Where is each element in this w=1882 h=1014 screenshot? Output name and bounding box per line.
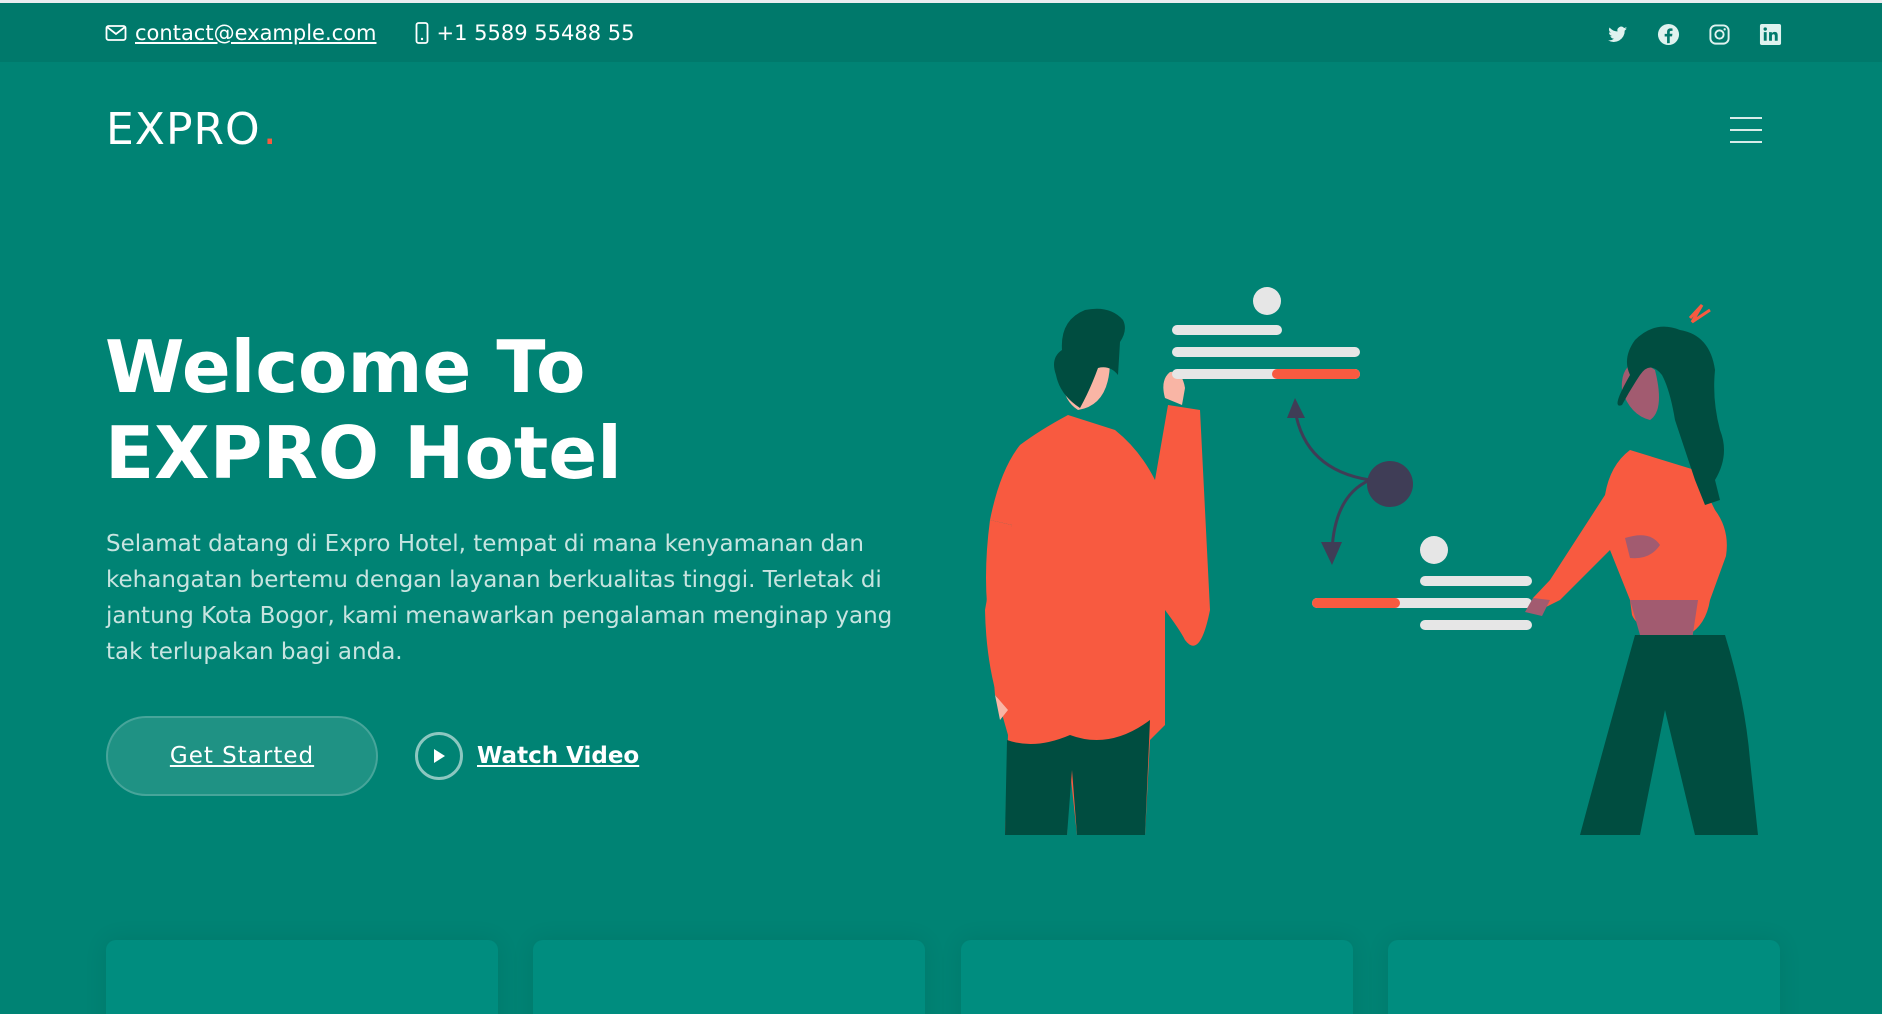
top-panel-graphic <box>1172 287 1360 379</box>
woman-figure <box>1525 303 1758 835</box>
twitter-icon[interactable] <box>1606 23 1629 46</box>
watch-video-label: Watch Video <box>477 743 640 769</box>
topbar: contact@example.com +1 5589 55488 55 <box>0 0 1882 62</box>
linkedin-icon[interactable] <box>1759 23 1782 46</box>
exchange-arrows <box>1287 398 1413 565</box>
watch-video-button[interactable]: Watch Video <box>415 731 639 781</box>
bottom-panel-graphic <box>1312 536 1532 630</box>
facebook-icon[interactable] <box>1657 23 1680 46</box>
feature-card-2[interactable] <box>533 940 925 1014</box>
logo-text: EXPRO <box>106 104 261 155</box>
feature-card-4[interactable] <box>1388 940 1780 1014</box>
phone-number: +1 5589 55488 55 <box>436 21 635 45</box>
get-started-button[interactable]: Get Started <box>106 716 378 796</box>
social-links <box>1606 23 1782 46</box>
page: contact@example.com +1 5589 55488 55 EXP… <box>0 0 1882 1014</box>
hamburger-menu-icon[interactable] <box>1730 117 1762 145</box>
header: EXPRO. <box>0 62 1882 202</box>
hero-description: Selamat datang di Expro Hotel, tempat di… <box>106 531 893 665</box>
phone-icon <box>415 22 429 44</box>
email-link[interactable]: contact@example.com <box>135 21 377 45</box>
email-item: contact@example.com <box>105 21 377 45</box>
hero-title-line1: Welcome To <box>105 325 586 409</box>
instagram-icon[interactable] <box>1708 23 1731 46</box>
envelope-icon <box>105 24 127 42</box>
hero-title: Welcome To EXPRO Hotel <box>105 324 805 496</box>
contact-info: contact@example.com +1 5589 55488 55 <box>105 21 672 45</box>
logo[interactable]: EXPRO. <box>106 104 278 155</box>
hero-title-line2: EXPRO Hotel <box>105 411 622 495</box>
phone-item: +1 5589 55488 55 <box>415 21 635 45</box>
feature-card-3[interactable] <box>961 940 1353 1014</box>
hero-illustration <box>985 287 1758 835</box>
feature-card-1[interactable] <box>106 940 498 1014</box>
logo-dot: . <box>262 104 278 155</box>
play-icon <box>415 732 463 780</box>
man-figure <box>985 308 1210 835</box>
